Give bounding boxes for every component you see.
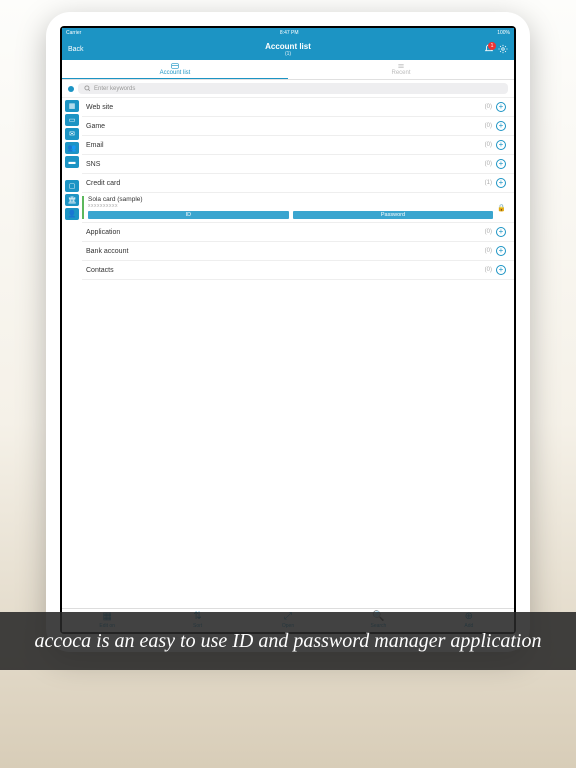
- search-row: Enter keywords: [62, 80, 514, 98]
- clock-label: 8:47 PM: [280, 30, 299, 36]
- copy-password-button[interactable]: Password: [293, 211, 494, 219]
- count-label: (0): [485, 142, 492, 148]
- sidebar-sns-icon[interactable]: 👥: [65, 142, 79, 154]
- category-label: Bank account: [86, 248, 128, 255]
- add-icon[interactable]: +: [496, 140, 506, 150]
- back-button[interactable]: Back: [68, 46, 84, 53]
- add-icon[interactable]: +: [496, 159, 506, 169]
- count-label: (1): [485, 180, 492, 186]
- list-icon: [171, 63, 179, 69]
- list-item[interactable]: Bank account (0) +: [82, 242, 514, 261]
- sidebar-email-icon[interactable]: ✉: [65, 128, 79, 140]
- marketing-caption: accoca is an easy to use ID and password…: [0, 612, 576, 670]
- add-icon[interactable]: +: [496, 121, 506, 131]
- recent-icon: [397, 63, 405, 69]
- list-item[interactable]: Contacts (0) +: [82, 261, 514, 280]
- add-icon[interactable]: +: [496, 178, 506, 188]
- category-label: Contacts: [86, 267, 114, 274]
- battery-label: 100%: [497, 30, 510, 36]
- sidebar-card-icon[interactable]: ▬: [65, 156, 79, 168]
- list-item[interactable]: Credit card (1) +: [82, 174, 514, 193]
- copy-id-button[interactable]: ID: [88, 211, 289, 219]
- category-label: Credit card: [86, 180, 120, 187]
- expanded-entry[interactable]: Sola card (sample) xxxxxxxxxx ID Passwor…: [82, 193, 514, 223]
- notification-badge: 1: [488, 42, 496, 50]
- count-label: (0): [485, 161, 492, 167]
- search-icon: [84, 85, 91, 92]
- notification-button[interactable]: 1: [484, 44, 494, 54]
- sidebar-app-icon[interactable]: ▢: [65, 180, 79, 192]
- count-label: (0): [485, 248, 492, 254]
- add-icon[interactable]: +: [496, 265, 506, 275]
- screen-bezel: Carrier 8:47 PM 100% Back Account list (…: [60, 26, 516, 634]
- tab-recent-label: Recent: [391, 70, 410, 76]
- search-input[interactable]: Enter keywords: [78, 83, 508, 94]
- category-sidebar: ▦ ▭ ✉ 👥 ▬ ▢ 🏛 👤: [62, 98, 82, 608]
- category-label: Email: [86, 142, 104, 149]
- count-label: (0): [485, 267, 492, 273]
- count-label: (0): [485, 123, 492, 129]
- segment-control: Account list Recent: [62, 60, 514, 80]
- active-indicator: [82, 196, 84, 219]
- category-list: Web site (0) + Game (0) + Email (0) + SNS (…: [82, 98, 514, 608]
- add-icon[interactable]: +: [496, 246, 506, 256]
- category-label: SNS: [86, 161, 100, 168]
- category-label: Application: [86, 229, 120, 236]
- nav-title-wrap: Account list (1): [62, 42, 514, 57]
- app-screen: Carrier 8:47 PM 100% Back Account list (…: [62, 28, 514, 632]
- entry-masked: xxxxxxxxxx: [88, 203, 493, 209]
- gear-icon[interactable]: [498, 44, 508, 54]
- list-item[interactable]: Application (0) +: [82, 223, 514, 242]
- sidebar-contacts-icon[interactable]: 👤: [65, 208, 79, 220]
- list-item[interactable]: SNS (0) +: [82, 155, 514, 174]
- add-icon[interactable]: +: [496, 227, 506, 237]
- tab-list-label: Account list: [160, 70, 191, 76]
- filter-dot[interactable]: [68, 86, 74, 92]
- search-placeholder: Enter keywords: [94, 86, 135, 92]
- list-item[interactable]: Game (0) +: [82, 117, 514, 136]
- nav-bar: Back Account list (1) 1: [62, 38, 514, 60]
- tablet-frame: Carrier 8:47 PM 100% Back Account list (…: [46, 12, 530, 652]
- tab-recent[interactable]: Recent: [288, 60, 514, 79]
- carrier-label: Carrier: [66, 30, 81, 36]
- add-icon[interactable]: +: [496, 102, 506, 112]
- tab-account-list[interactable]: Account list: [62, 60, 288, 79]
- page-title: Account list: [62, 42, 514, 51]
- list-item[interactable]: Web site (0) +: [82, 98, 514, 117]
- sidebar-game-icon[interactable]: ▭: [65, 114, 79, 126]
- entry-lock-icon[interactable]: 🔒: [493, 196, 506, 219]
- status-bar: Carrier 8:47 PM 100%: [62, 28, 514, 38]
- list-item[interactable]: Email (0) +: [82, 136, 514, 155]
- category-label: Web site: [86, 104, 113, 111]
- sidebar-bank-icon[interactable]: 🏛: [65, 194, 79, 206]
- content-area: ▦ ▭ ✉ 👥 ▬ ▢ 🏛 👤 Web site (0) + Game (0) + …: [62, 98, 514, 608]
- page-subtitle: (1): [62, 51, 514, 57]
- entry-name: Sola card (sample): [88, 196, 493, 203]
- count-label: (0): [485, 229, 492, 235]
- count-label: (0): [485, 104, 492, 110]
- sidebar-website-icon[interactable]: ▦: [65, 100, 79, 112]
- category-label: Game: [86, 123, 105, 130]
